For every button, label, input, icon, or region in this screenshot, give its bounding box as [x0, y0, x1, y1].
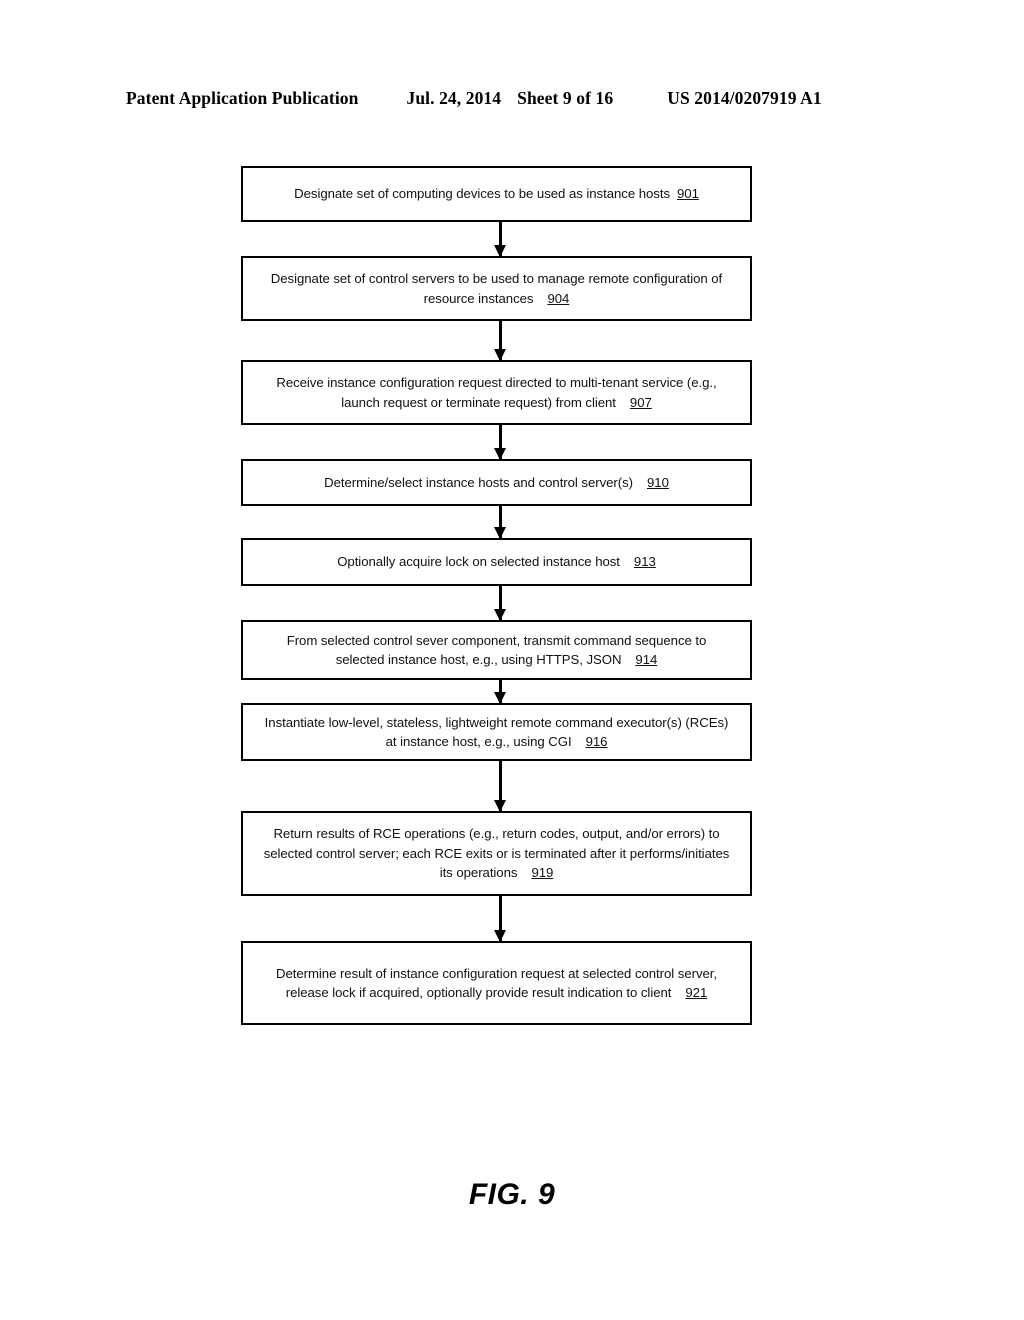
flow-arrow-907-910 — [499, 425, 502, 459]
flow-arrow-904-907 — [499, 321, 502, 360]
flow-node-916-text: Instantiate low-level, stateless, lightw… — [265, 713, 729, 752]
flow-node-901-ref: 901 — [677, 186, 699, 202]
flow-node-919-text: Return results of RCE operations (e.g., … — [264, 824, 730, 883]
flow-node-910-line-0: Determine/select instance hosts and cont… — [324, 474, 633, 490]
flow-node-907-ref: 907 — [629, 394, 652, 410]
flow-node-901: Designate set of computing devices to be… — [241, 166, 752, 222]
flow-node-916: Instantiate low-level, stateless, lightw… — [241, 703, 752, 761]
flowchart-diagram: Designate set of computing devices to be… — [0, 0, 1024, 1320]
flow-node-910-text: Determine/select instance hosts and cont… — [324, 473, 669, 493]
flow-node-910-ref: 910 — [647, 474, 669, 490]
flow-node-904-text: Designate set of control servers to be u… — [271, 269, 722, 308]
flow-node-921-line-0: Determine result of instance configurati… — [275, 965, 718, 981]
flow-arrow-919-921 — [499, 896, 502, 941]
flow-node-914-text: From selected control sever component, t… — [287, 631, 707, 670]
flow-node-919-line-0: Return results of RCE operations (e.g., … — [273, 826, 720, 842]
flow-node-921-text: Determine result of instance configurati… — [276, 964, 717, 1003]
flow-node-913-ref: 913 — [633, 554, 656, 570]
flow-arrow-901-904 — [499, 222, 502, 256]
flow-node-904-ref: 904 — [547, 290, 570, 306]
flow-node-907-text: Receive instance configuration request d… — [276, 373, 716, 412]
flow-node-914-line-1: selected instance host, e.g., using HTTP… — [335, 652, 622, 667]
flow-node-904-line-0: Designate set of control servers to be u… — [270, 271, 723, 286]
flow-arrow-913-914 — [499, 586, 502, 620]
figure-caption: FIG. 9 — [468, 1178, 556, 1211]
flow-node-901-text: Designate set of computing devices to be… — [294, 184, 699, 204]
flow-node-904-line-1: resource instances — [423, 290, 534, 306]
flow-node-907-line-1: launch request or terminate request) fro… — [341, 394, 616, 410]
flow-node-921-line-1: release lock if acquired, optionally pro… — [285, 985, 672, 1000]
flow-node-919-line-1: selected control server; each RCE exits … — [263, 845, 730, 861]
flow-node-916-ref: 916 — [585, 734, 608, 749]
flow-node-907: Receive instance configuration request d… — [241, 360, 752, 425]
flow-node-919-line-2: its operations — [439, 865, 518, 881]
flow-node-913: Optionally acquire lock on selected inst… — [241, 538, 752, 586]
flow-node-914-ref: 914 — [635, 652, 658, 667]
flow-node-907-line-0: Receive instance configuration request d… — [276, 375, 717, 390]
flow-node-910: Determine/select instance hosts and cont… — [241, 459, 752, 506]
flow-node-914: From selected control sever component, t… — [241, 620, 752, 680]
flow-node-916-line-1: at instance host, e.g., using CGI — [385, 734, 572, 749]
flow-node-916-line-0: Instantiate low-level, stateless, lightw… — [264, 714, 729, 730]
flow-arrow-916-919 — [499, 761, 502, 811]
flow-arrow-914-916 — [499, 680, 502, 703]
flow-node-921: Determine result of instance configurati… — [241, 941, 752, 1025]
flow-node-914-line-0: From selected control sever component, t… — [286, 632, 707, 648]
flow-arrow-910-913 — [499, 506, 502, 538]
flow-node-913-line-0: Optionally acquire lock on selected inst… — [337, 554, 620, 570]
flow-node-919-ref: 919 — [531, 865, 554, 881]
flow-node-913-text: Optionally acquire lock on selected inst… — [337, 552, 656, 572]
flow-node-921-ref: 921 — [685, 985, 708, 1000]
flow-node-919: Return results of RCE operations (e.g., … — [241, 811, 752, 896]
flow-node-904: Designate set of control servers to be u… — [241, 256, 752, 321]
flow-node-901-line-0: Designate set of computing devices to be… — [294, 186, 670, 202]
